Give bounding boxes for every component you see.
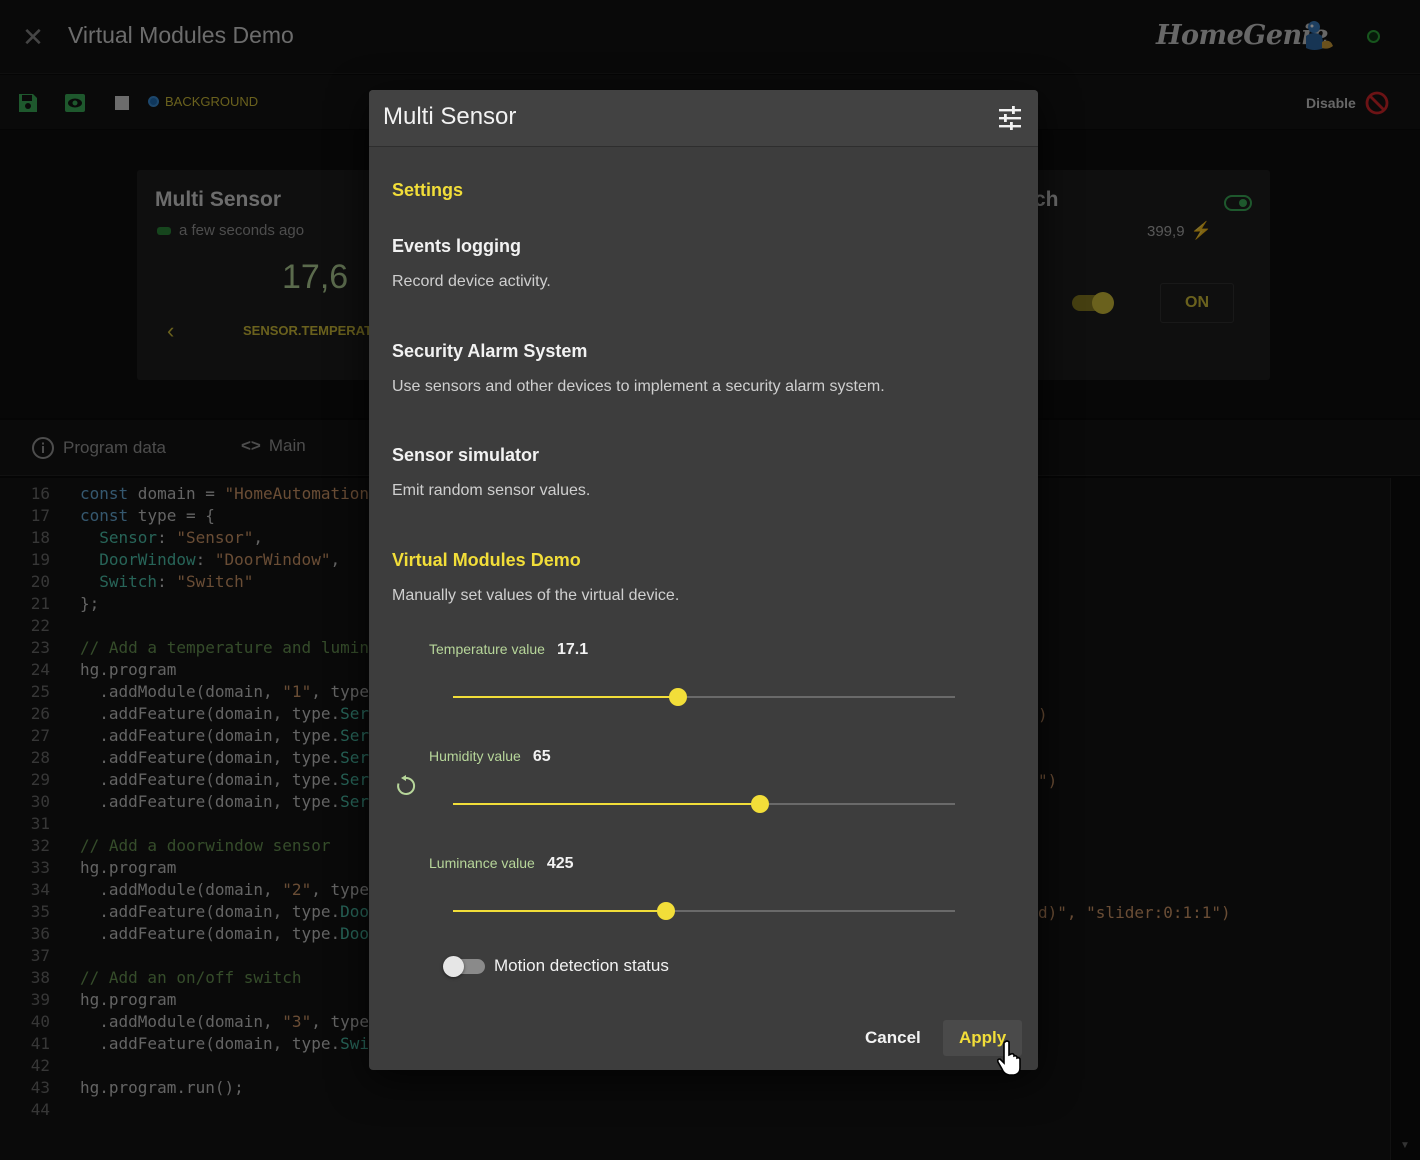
settings-heading: Settings bbox=[392, 180, 464, 200]
slider-fill bbox=[453, 910, 666, 912]
events-logging-desc: Record device activity. bbox=[392, 273, 551, 290]
security-alarm-title[interactable]: Security Alarm System bbox=[392, 341, 587, 362]
cancel-button[interactable]: Cancel bbox=[849, 1020, 937, 1056]
humidity-label: Humidity value 65 bbox=[429, 748, 551, 766]
sensor-simulator-title[interactable]: Sensor simulator bbox=[392, 445, 539, 466]
toggle-knob bbox=[443, 956, 464, 977]
slider-value: 65 bbox=[532, 748, 551, 765]
motion-detection-label: Motion detection status bbox=[494, 956, 669, 975]
slider-thumb[interactable] bbox=[657, 902, 675, 920]
program-heading: Virtual Modules Demo bbox=[392, 550, 581, 570]
dialog-header: Multi Sensor bbox=[369, 90, 1038, 147]
dialog-title: Multi Sensor bbox=[383, 103, 517, 130]
security-alarm-desc: Use sensors and other devices to impleme… bbox=[392, 378, 885, 395]
temperature-slider[interactable] bbox=[453, 688, 955, 706]
motion-detection-toggle[interactable] bbox=[443, 956, 485, 977]
tune-icon[interactable] bbox=[997, 105, 1023, 131]
sensor-simulator-desc: Emit random sensor values. bbox=[392, 482, 591, 499]
slider-fill bbox=[453, 696, 678, 698]
humidity-slider[interactable] bbox=[453, 795, 955, 813]
events-logging-title[interactable]: Events logging bbox=[392, 236, 521, 257]
slider-value: 425 bbox=[546, 855, 574, 872]
luminance-label: Luminance value 425 bbox=[429, 855, 574, 873]
slider-thumb[interactable] bbox=[669, 688, 687, 706]
reset-icon[interactable] bbox=[394, 774, 418, 798]
slider-value: 17.1 bbox=[556, 641, 589, 658]
slider-label-text: Luminance value bbox=[429, 855, 535, 871]
slider-label-text: Temperature value bbox=[429, 641, 545, 657]
program-desc: Manually set values of the virtual devic… bbox=[392, 587, 680, 604]
luminance-slider[interactable] bbox=[453, 902, 955, 920]
hand-cursor-icon bbox=[996, 1040, 1021, 1076]
temperature-label: Temperature value 17.1 bbox=[429, 641, 588, 659]
slider-fill bbox=[453, 803, 760, 805]
settings-dialog: Multi Sensor Settings Events logging Rec… bbox=[369, 90, 1038, 1070]
slider-label-text: Humidity value bbox=[429, 748, 521, 764]
slider-thumb[interactable] bbox=[751, 795, 769, 813]
